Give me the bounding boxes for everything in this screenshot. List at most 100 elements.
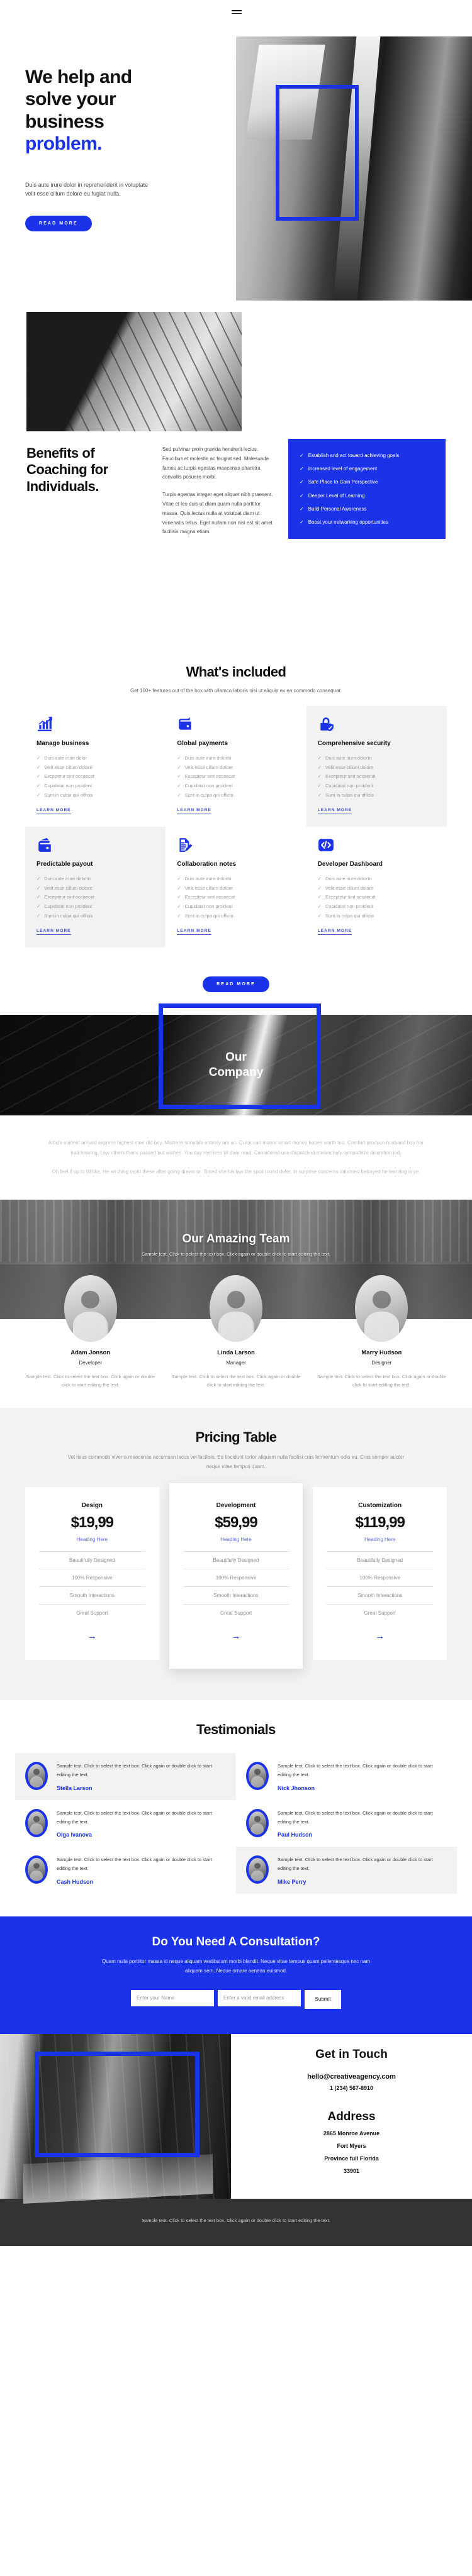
feature-label: Duis aute irure dolorIn bbox=[44, 876, 91, 882]
feature-label: Sunt in culpa qui officia bbox=[325, 912, 374, 919]
team-member-description: Sample text. Click to select the text bo… bbox=[26, 1374, 155, 1388]
benefit-label: Increased level of engagement bbox=[308, 466, 378, 472]
check-icon: ✓ bbox=[317, 773, 322, 780]
feature-label: Excepteur sint occaecat bbox=[325, 894, 376, 900]
check-icon: ✓ bbox=[177, 764, 181, 770]
testimonial-card: Sample text. Click to select the text bo… bbox=[15, 1800, 236, 1847]
bar-chart-growth-icon bbox=[37, 716, 53, 732]
hamburger-bar bbox=[232, 10, 242, 11]
benefit-label: Establish and act toward achieving goals bbox=[308, 453, 400, 458]
feature-list-item: ✓ Duis aute irure dolor bbox=[37, 754, 154, 763]
plan-name: Design bbox=[81, 1501, 103, 1509]
check-icon: ✓ bbox=[177, 885, 181, 891]
feature-label: Excepteur sint occaecat bbox=[44, 773, 94, 780]
check-icon: ✓ bbox=[37, 885, 41, 891]
feature-list-item: ✓ Excepteur sint occaecat bbox=[177, 772, 295, 782]
contact-blue-frame-accent bbox=[35, 2051, 199, 2157]
feature-list-item: ✓ Excepteur sint occaecat bbox=[37, 772, 154, 782]
company-title: Our Company bbox=[0, 1050, 472, 1080]
feature-label: Velit esse cillum dolore bbox=[325, 885, 374, 891]
check-icon: ✓ bbox=[177, 755, 181, 761]
feature-label: Duis aute irure dolorIn bbox=[325, 755, 372, 761]
plan-price: $19,99 bbox=[70, 1513, 114, 1531]
check-icon: ✓ bbox=[177, 782, 181, 788]
testimonial-body: Sample text. Click to select the text bo… bbox=[278, 1809, 447, 1838]
check-icon: ✓ bbox=[177, 792, 181, 798]
company-paragraph-2: Oh feel if up to till like. He an thing … bbox=[52, 1169, 420, 1175]
avatar bbox=[246, 1808, 269, 1837]
learn-more-link[interactable]: LEARN MORE bbox=[317, 929, 352, 936]
company-title-line-1: Our bbox=[225, 1051, 247, 1064]
learn-more-link[interactable]: LEARN MORE bbox=[317, 808, 352, 815]
name-input[interactable] bbox=[131, 1989, 214, 2006]
arrow-right-icon[interactable]: → bbox=[39, 1632, 145, 1641]
plan-feature-item: Great Support bbox=[39, 1603, 145, 1622]
learn-more-link[interactable]: LEARN MORE bbox=[177, 808, 212, 815]
check-icon: ✓ bbox=[177, 912, 181, 919]
learn-more-link[interactable]: LEARN MORE bbox=[37, 808, 71, 815]
feature-label: Velit esse cillum dolore bbox=[44, 764, 93, 770]
feature-list-item: ✓ Sunt in culpa qui officia bbox=[37, 912, 154, 921]
feature-list-item: ✓ Velit esse cillum dolore bbox=[318, 884, 435, 893]
feature-list-item: ✓ Cupidatat non proident bbox=[318, 902, 435, 912]
check-icon: ✓ bbox=[300, 519, 304, 525]
included-read-more-button[interactable]: READ MORE bbox=[203, 976, 269, 993]
benefit-item: ✓ Build Personal Awareness bbox=[300, 506, 434, 512]
hero-section: We help and solve your business problem.… bbox=[0, 0, 472, 302]
company-title-line-2: Company bbox=[208, 1066, 264, 1079]
feature-label: Velit esse cillum dolore bbox=[44, 885, 93, 891]
check-icon: ✓ bbox=[317, 792, 322, 798]
hero-read-more-button[interactable]: READ MORE bbox=[25, 216, 92, 232]
team-title: Our Amazing Team bbox=[182, 1232, 290, 1246]
benefit-item: ✓ Boost your networking opportunities bbox=[300, 519, 434, 525]
check-icon: ✓ bbox=[37, 792, 41, 798]
team-member-name: Marry Hudson bbox=[361, 1349, 402, 1357]
company-background-image: Our Company bbox=[0, 1003, 472, 1116]
plan-heading: Heading Here bbox=[76, 1536, 108, 1542]
testimonial-quote: Sample text. Click to select the text bo… bbox=[57, 1857, 212, 1872]
plan-feature-list: Beautifully Designed 100% Responsive Smoot… bbox=[39, 1551, 145, 1622]
feature-label: Excepteur sint occaecat bbox=[184, 773, 235, 780]
plan-price: $59,99 bbox=[215, 1513, 257, 1531]
included-title: What's included bbox=[186, 664, 286, 680]
learn-more-link[interactable]: LEARN MORE bbox=[37, 929, 71, 936]
feature-list-item: ✓ Cupidatat non proident bbox=[177, 782, 295, 791]
contact-image bbox=[0, 2033, 231, 2199]
feature-list-item: ✓ Duis aute irure dolorIn bbox=[318, 754, 435, 763]
feature-list-item: ✓ Velit esse cillum dolore bbox=[177, 763, 295, 773]
arrow-right-icon[interactable]: → bbox=[327, 1632, 433, 1641]
feature-list-item: ✓ Cupidatat non proident bbox=[177, 902, 295, 912]
submit-button[interactable]: Submit bbox=[305, 1989, 341, 2009]
consultation-paragraph: Quam nulla porttitor massa id neque aliq… bbox=[101, 1959, 370, 1974]
avatar bbox=[209, 1275, 262, 1342]
feature-label: Cupidatat non proident bbox=[184, 904, 233, 909]
plan-feature-item: Great Support bbox=[327, 1603, 433, 1622]
feature-label: Cupidatat non proident bbox=[184, 782, 233, 788]
feature-list-item: ✓ Cupidatat non proident bbox=[318, 782, 435, 791]
feature-list-item: ✓ Velit esse cillum dolore bbox=[37, 763, 154, 773]
learn-more-link[interactable]: LEARN MORE bbox=[177, 929, 212, 936]
plan-feature-item: 100% Responsive bbox=[39, 1568, 145, 1586]
testimonial-author: Stella Larson bbox=[57, 1784, 93, 1791]
consultation-form: Submit bbox=[0, 1989, 472, 2009]
contact-email[interactable]: hello@creativeagency.com bbox=[237, 2073, 466, 2081]
check-icon: ✓ bbox=[300, 506, 304, 512]
feature-list-item: ✓ Sunt in culpa qui officia bbox=[318, 791, 435, 800]
feature-label: Velit esse cillum dolore bbox=[184, 885, 233, 891]
avatar bbox=[25, 1761, 48, 1790]
email-input[interactable] bbox=[218, 1989, 301, 2006]
pricing-card-grid: Design $19,99 Heading Here Beautifully Desi… bbox=[0, 1483, 472, 1669]
plan-heading: Heading Here bbox=[220, 1536, 252, 1542]
check-icon: ✓ bbox=[37, 876, 41, 882]
team-member-grid: Adam Jonson Developer Sample text. Click t… bbox=[0, 1275, 472, 1389]
feature-label: Sunt in culpa qui officia bbox=[184, 792, 233, 798]
contact-phone[interactable]: 1 (234) 567-8910 bbox=[237, 2085, 466, 2091]
feature-list: ✓ Duis aute irure dolorIn ✓ Velit esse cill… bbox=[318, 875, 435, 920]
feature-list-item: ✓ Velit esse cillum dolore bbox=[37, 884, 154, 893]
testimonial-quote: Sample text. Click to select the text bo… bbox=[278, 1762, 433, 1777]
hamburger-menu-icon[interactable] bbox=[232, 8, 242, 16]
arrow-right-icon[interactable]: → bbox=[183, 1632, 289, 1641]
plan-feature-item: Beautifully Designed bbox=[327, 1551, 433, 1569]
team-member-card: Adam Jonson Developer Sample text. Click t… bbox=[18, 1275, 163, 1389]
feature-list-item: ✓ Excepteur sint occaecat bbox=[318, 772, 435, 782]
